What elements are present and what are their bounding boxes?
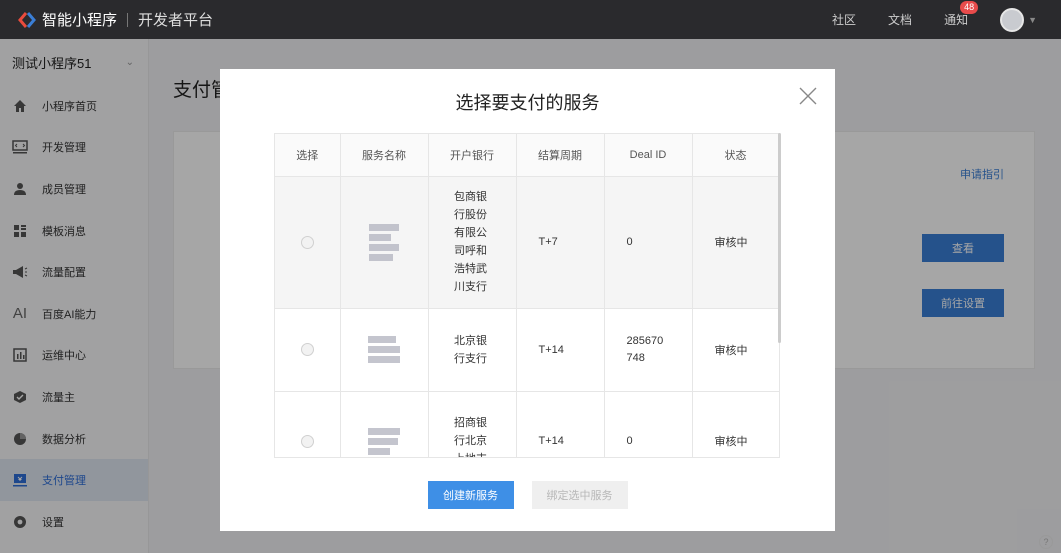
close-icon[interactable] — [799, 87, 817, 105]
bank-name: 招商银行北京上地支 — [454, 417, 487, 457]
select-cell[interactable] — [275, 176, 341, 309]
table-header: 选择 服务名称 开户银行 结算周期 Deal ID 状态 — [275, 134, 780, 177]
deal-id: 285670748 — [626, 334, 664, 364]
nav-notifications[interactable]: 通知 48 — [944, 1, 979, 28]
brand-name: 智能小程序 — [42, 12, 118, 29]
column-header: 开户银行 — [428, 134, 517, 177]
top-nav: 社区 文档 通知 48 ▼ — [832, 0, 1061, 39]
platform-name: 开发者平台 — [138, 12, 214, 29]
status-cell: 审核中 — [692, 308, 780, 392]
service-name-blurred — [340, 176, 429, 309]
bind-selected-button[interactable]: 绑定选中服务 — [531, 481, 628, 509]
modal-footer: 创建新服务 绑定选中服务 — [220, 481, 835, 509]
table-scrollbar[interactable] — [778, 133, 781, 343]
cycle-cell: T+7 — [516, 176, 605, 309]
bank-cell: 招商银行北京上地支 — [428, 391, 517, 457]
modal-title: 选择要支付的服务 — [455, 93, 600, 113]
cycle-cell: T+14 — [516, 391, 605, 457]
select-service-modal: 选择要支付的服务 选择 服务名称 开户银行 结算周期 Deal ID 状态 包商… — [220, 69, 835, 531]
column-header: 状态 — [692, 134, 780, 177]
column-header: 选择 — [275, 134, 341, 177]
deal-id-cell: 285670748 — [604, 308, 693, 392]
help-icon[interactable]: ? — [1039, 535, 1053, 549]
avatar[interactable] — [1000, 7, 1025, 32]
service-table[interactable]: 选择 服务名称 开户银行 结算周期 Deal ID 状态 包商银行股份有限公司呼… — [274, 133, 780, 458]
table-row[interactable]: 北京银行支行 T+14 285670748 审核中 — [275, 308, 780, 392]
nav-community[interactable]: 社区 — [832, 11, 856, 28]
brand-divider — [127, 12, 129, 27]
bank-cell: 包商银行股份有限公司呼和浩特武川支行 — [428, 176, 517, 309]
column-header: Deal ID — [604, 134, 693, 177]
service-name-blurred — [340, 391, 429, 457]
bank-name: 北京银行支行 — [454, 334, 487, 365]
status-cell: 审核中 — [692, 176, 780, 309]
column-header: 结算周期 — [516, 134, 605, 177]
table-row[interactable]: 包商银行股份有限公司呼和浩特武川支行 T+7 0 审核中 — [275, 176, 780, 309]
bank-name: 包商银行股份有限公司呼和浩特武川支行 — [454, 191, 487, 293]
table-row[interactable]: 招商银行北京上地支 T+14 0 审核中 — [275, 391, 780, 457]
nav-docs[interactable]: 文档 — [888, 11, 912, 28]
service-name-blurred — [340, 308, 429, 392]
select-cell[interactable] — [275, 391, 341, 457]
chevron-down-icon[interactable]: ▼ — [1028, 15, 1037, 25]
logo-icon — [18, 11, 36, 29]
select-cell[interactable] — [275, 308, 341, 392]
select-radio[interactable] — [300, 434, 314, 448]
select-radio[interactable] — [300, 343, 314, 356]
cycle-cell: T+14 — [516, 308, 605, 392]
deal-id-cell: 0 — [604, 176, 693, 309]
select-radio[interactable] — [300, 235, 314, 249]
bank-cell: 北京银行支行 — [428, 308, 517, 392]
deal-id-cell: 0 — [604, 391, 693, 457]
nav-notifications-label: 通知 — [944, 13, 969, 27]
create-service-button[interactable]: 创建新服务 — [427, 481, 514, 509]
column-header: 服务名称 — [340, 134, 429, 177]
top-bar: 智能小程序 开发者平台 社区 文档 通知 48 ▼ — [0, 0, 1061, 39]
notification-badge: 48 — [960, 1, 979, 14]
status-cell: 审核中 — [692, 391, 780, 457]
